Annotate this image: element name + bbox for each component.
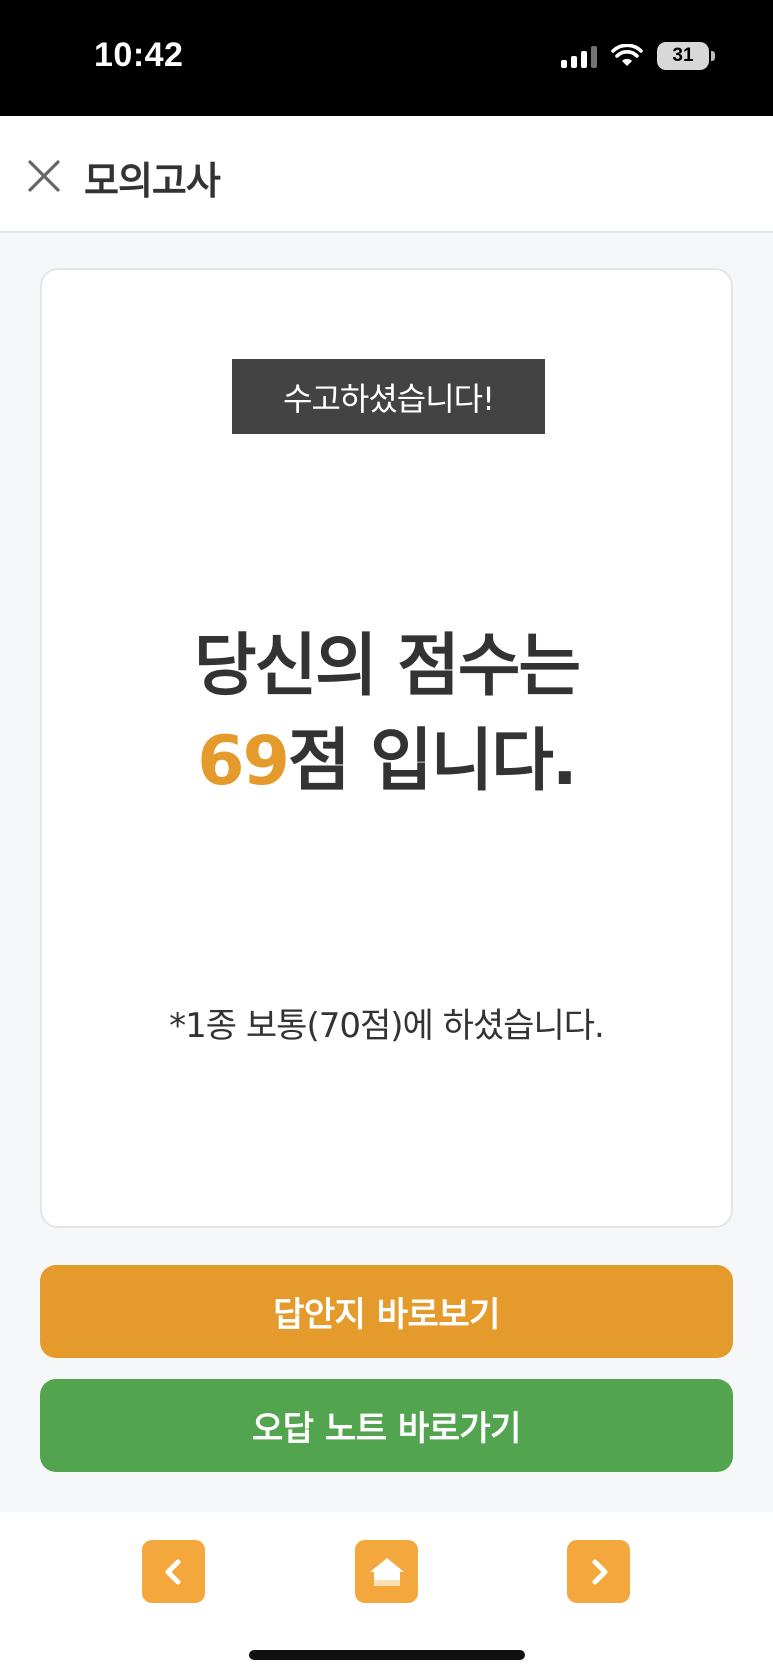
previous-button[interactable] xyxy=(142,1540,205,1603)
chevron-right-icon xyxy=(592,1559,607,1584)
wrong-answer-note-button[interactable]: 오답 노트 바로가기 xyxy=(40,1379,733,1472)
pass-note: *1종 보통(70점)에 하셨습니다. xyxy=(169,1006,605,1046)
wifi-icon xyxy=(611,44,643,66)
close-icon xyxy=(28,160,60,192)
home-icon xyxy=(369,1557,404,1586)
result-card: 수고하셨습니다! 당신의 점수는 69점 입니다. *1종 보통(70점)에 하… xyxy=(40,268,733,1228)
score-value: 69 xyxy=(197,722,290,801)
score-heading: 당신의 점수는 xyxy=(193,627,581,706)
home-button[interactable] xyxy=(355,1540,418,1603)
chevron-left-icon xyxy=(165,1559,180,1584)
answer-sheet-button[interactable]: 답안지 바로보기 xyxy=(40,1265,733,1358)
close-button[interactable] xyxy=(22,154,66,198)
next-button[interactable] xyxy=(567,1540,630,1603)
app-header: 모의고사 xyxy=(0,116,773,233)
bottom-nav-bar xyxy=(0,1512,773,1676)
status-time: 10:42 xyxy=(94,36,184,74)
battery-icon: 31 xyxy=(657,42,715,70)
battery-level: 31 xyxy=(672,45,694,66)
status-icons: 31 xyxy=(561,40,715,72)
status-bar: 10:42 31 xyxy=(0,0,773,116)
page-title: 모의고사 xyxy=(84,159,221,203)
score-line: 69점 입니다. xyxy=(42,705,731,804)
congrats-badge: 수고하셨습니다! xyxy=(232,359,545,434)
home-indicator[interactable] xyxy=(249,1650,525,1660)
score-suffix: 점 입니다. xyxy=(287,722,578,801)
cellular-signal-icon xyxy=(561,44,597,68)
